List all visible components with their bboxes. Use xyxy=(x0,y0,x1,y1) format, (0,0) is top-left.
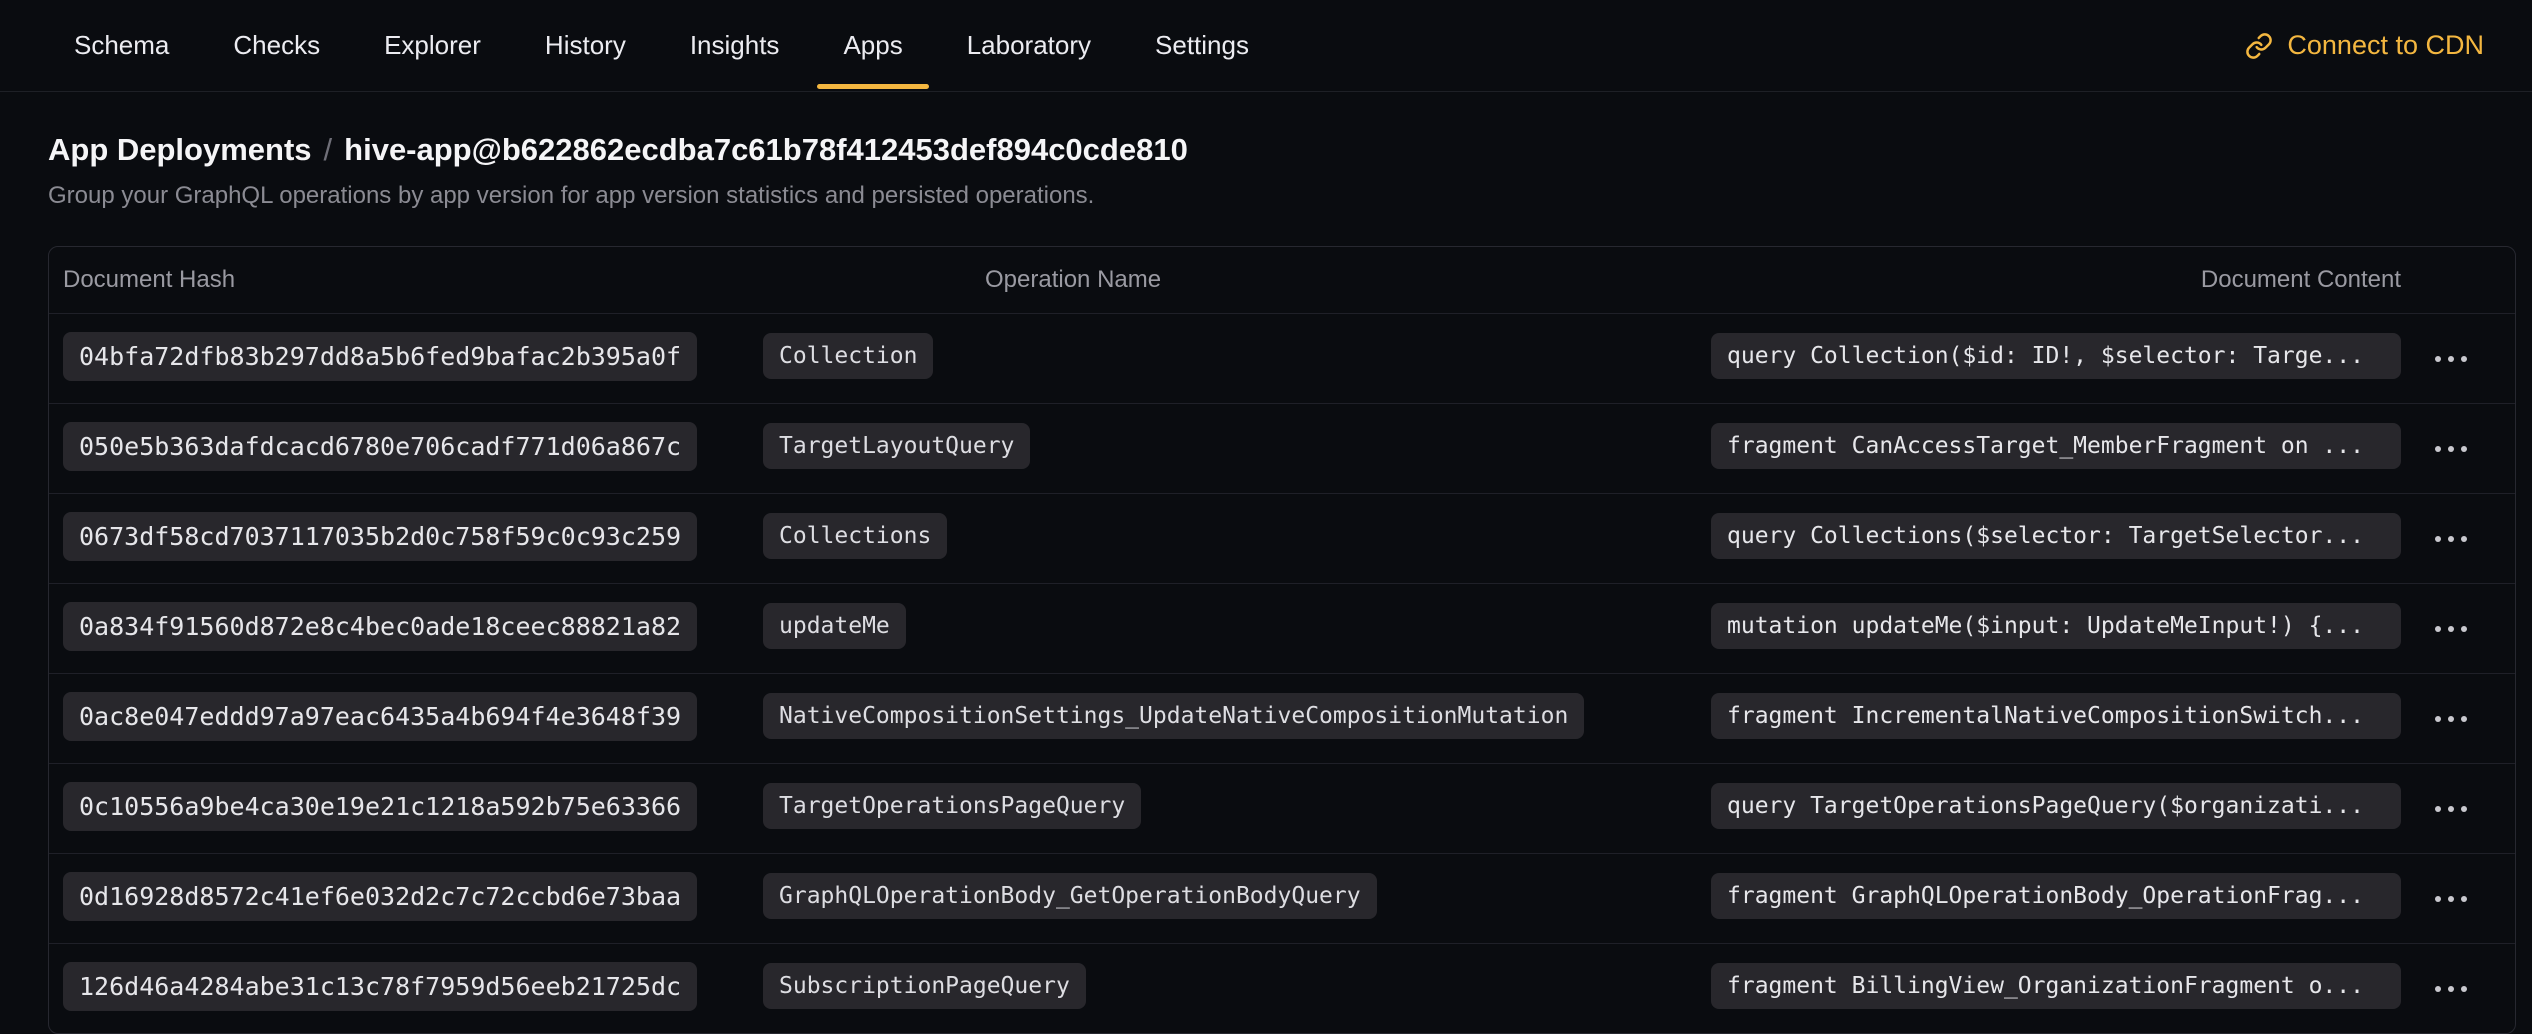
operation-name-value: updateMe xyxy=(763,603,906,649)
top-navigation: Schema Checks Explorer History Insights … xyxy=(0,0,2532,92)
documents-table: Document Hash Operation Name Document Co… xyxy=(48,246,2516,1034)
connect-to-cdn-label: Connect to CDN xyxy=(2287,30,2484,61)
connect-to-cdn-button[interactable]: Connect to CDN xyxy=(2245,30,2484,61)
operation-name-value: GraphQLOperationBody_GetOperationBodyQue… xyxy=(763,873,1377,919)
row-menu-button[interactable] xyxy=(2423,344,2479,374)
document-hash-value: 050e5b363dafdcacd6780e706cadf771d06a867c xyxy=(63,422,697,471)
table-row: 0d16928d8572c41ef6e032d2c7c72ccbd6e73baa… xyxy=(49,853,2515,943)
nav-tab-history[interactable]: History xyxy=(519,0,652,91)
document-content-preview: query Collection($id: ID!, $selector: Ta… xyxy=(1711,333,2401,379)
row-menu-button[interactable] xyxy=(2423,614,2479,644)
breadcrumb-current-app: hive-app@b622862ecdba7c61b78f412453def89… xyxy=(344,132,1188,167)
nav-tab-laboratory[interactable]: Laboratory xyxy=(941,0,1117,91)
column-header-document-content: Document Content xyxy=(1711,266,2401,294)
table-row: 0ac8e047eddd97a97eac6435a4b694f4e3648f39… xyxy=(49,673,2515,763)
column-header-operation-name: Operation Name xyxy=(763,266,1711,294)
document-hash-value: 0c10556a9be4ca30e19e21c1218a592b75e63366 xyxy=(63,782,697,831)
document-hash-value: 04bfa72dfb83b297dd8a5b6fed9bafac2b395a0f xyxy=(63,332,697,381)
document-hash-value: 0673df58cd7037117035b2d0c758f59c0c93c259 xyxy=(63,512,697,561)
table-row: 126d46a4284abe31c13c78f7959d56eeb21725dc… xyxy=(49,943,2515,1033)
operation-name-value: Collection xyxy=(763,333,933,379)
nav-tab-checks[interactable]: Checks xyxy=(207,0,346,91)
ellipsis-icon xyxy=(2433,712,2469,727)
link-icon xyxy=(2245,32,2273,60)
ellipsis-icon xyxy=(2433,622,2469,637)
table-row: 0c10556a9be4ca30e19e21c1218a592b75e63366… xyxy=(49,763,2515,853)
app-deployment-detail: App Deployments / hive-app@b622862ecdba7c6… xyxy=(0,92,2532,1034)
row-menu-button[interactable] xyxy=(2423,434,2479,464)
breadcrumb-root: App Deployments xyxy=(48,132,312,167)
ellipsis-icon xyxy=(2433,532,2469,547)
breadcrumb-separator: / xyxy=(324,132,333,167)
table-header-row: Document Hash Operation Name Document Co… xyxy=(49,247,2515,313)
table-row: 050e5b363dafdcacd6780e706cadf771d06a867c… xyxy=(49,403,2515,493)
nav-tabs: Schema Checks Explorer History Insights … xyxy=(48,0,1275,91)
operation-name-value: TargetOperationsPageQuery xyxy=(763,783,1141,829)
document-content-preview: mutation updateMe($input: UpdateMeInput!… xyxy=(1711,603,2401,649)
ellipsis-icon xyxy=(2433,442,2469,457)
ellipsis-icon xyxy=(2433,982,2469,997)
document-content-preview: query Collections($selector: TargetSelec… xyxy=(1711,513,2401,559)
column-header-document-hash: Document Hash xyxy=(63,266,763,294)
ellipsis-icon xyxy=(2433,892,2469,907)
nav-tab-settings[interactable]: Settings xyxy=(1129,0,1275,91)
document-hash-value: 0a834f91560d872e8c4bec0ade18ceec88821a82 xyxy=(63,602,697,651)
row-menu-button[interactable] xyxy=(2423,524,2479,554)
row-menu-button[interactable] xyxy=(2423,794,2479,824)
document-hash-value: 126d46a4284abe31c13c78f7959d56eeb21725dc xyxy=(63,962,697,1011)
breadcrumb: App Deployments / hive-app@b622862ecdba7c6… xyxy=(48,132,2516,168)
operation-name-value: NativeCompositionSettings_UpdateNativeCo… xyxy=(763,693,1584,739)
row-menu-button[interactable] xyxy=(2423,884,2479,914)
nav-tab-apps[interactable]: Apps xyxy=(817,0,928,91)
nav-tab-explorer[interactable]: Explorer xyxy=(358,0,507,91)
document-content-preview: fragment IncrementalNativeCompositionSwi… xyxy=(1711,693,2401,739)
document-hash-value: 0d16928d8572c41ef6e032d2c7c72ccbd6e73baa xyxy=(63,872,697,921)
table-row: 0a834f91560d872e8c4bec0ade18ceec88821a82… xyxy=(49,583,2515,673)
row-menu-button[interactable] xyxy=(2423,974,2479,1004)
table-row: 04bfa72dfb83b297dd8a5b6fed9bafac2b395a0f… xyxy=(49,313,2515,403)
row-menu-button[interactable] xyxy=(2423,704,2479,734)
document-content-preview: query TargetOperationsPageQuery($organiz… xyxy=(1711,783,2401,829)
document-content-preview: fragment BillingView_OrganizationFragmen… xyxy=(1711,963,2401,1009)
nav-tab-schema[interactable]: Schema xyxy=(48,0,195,91)
ellipsis-icon xyxy=(2433,802,2469,817)
ellipsis-icon xyxy=(2433,352,2469,367)
document-hash-value: 0ac8e047eddd97a97eac6435a4b694f4e3648f39 xyxy=(63,692,697,741)
operation-name-value: SubscriptionPageQuery xyxy=(763,963,1086,1009)
operation-name-value: TargetLayoutQuery xyxy=(763,423,1030,469)
nav-tab-insights[interactable]: Insights xyxy=(664,0,806,91)
page-subtitle: Group your GraphQL operations by app ver… xyxy=(48,182,2516,210)
document-content-preview: fragment CanAccessTarget_MemberFragment … xyxy=(1711,423,2401,469)
operation-name-value: Collections xyxy=(763,513,947,559)
document-content-preview: fragment GraphQLOperationBody_OperationF… xyxy=(1711,873,2401,919)
table-row: 0673df58cd7037117035b2d0c758f59c0c93c259… xyxy=(49,493,2515,583)
